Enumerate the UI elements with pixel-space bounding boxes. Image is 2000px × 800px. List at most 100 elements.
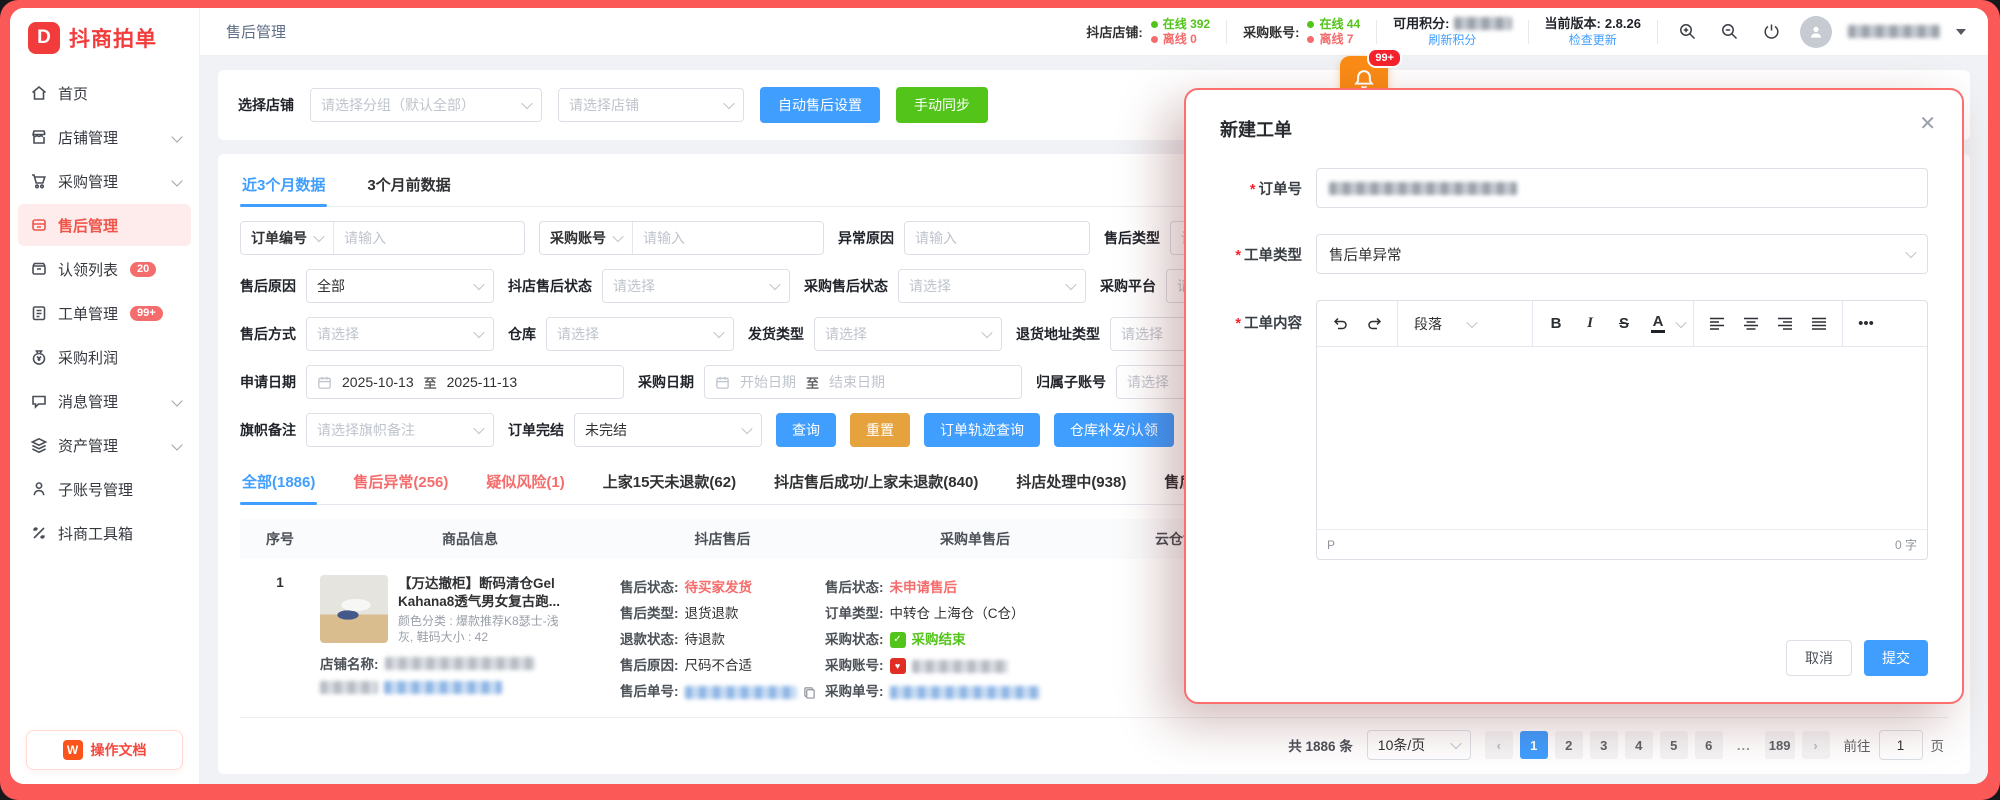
shop-select[interactable]: 请选择店铺 xyxy=(558,88,744,122)
submit-button[interactable]: 提交 xyxy=(1864,640,1928,676)
reset-button[interactable]: 重置 xyxy=(850,413,910,447)
app-window: D 抖商拍单 首页 店铺管理 采购管理 售后管理 xyxy=(10,8,1988,784)
cart-icon xyxy=(30,172,48,190)
sidebar-item-subaccount-mgmt[interactable]: 子账号管理 xyxy=(18,468,191,510)
paragraph-style-select[interactable]: 段落 xyxy=(1406,314,1524,334)
align-center-button[interactable] xyxy=(1736,309,1766,339)
warehouse-claim-button[interactable]: 仓库补发/认领 xyxy=(1054,413,1174,447)
page-ellipsis[interactable]: ... xyxy=(1730,731,1758,759)
status-tab-all[interactable]: 全部(1886) xyxy=(240,463,317,504)
avatar[interactable] xyxy=(1800,16,1832,48)
sidebar-item-shop-mgmt[interactable]: 店铺管理 xyxy=(18,116,191,158)
cancel-button[interactable]: 取消 xyxy=(1786,640,1852,676)
purchase-date-range[interactable]: 开始日期 至 结束日期 xyxy=(704,365,1022,399)
apply-date-range[interactable]: 2025-10-13 至 2025-11-13 xyxy=(306,365,624,399)
redo-icon xyxy=(1366,315,1383,332)
copy-icon[interactable] xyxy=(803,686,816,699)
check-update-link[interactable]: 检查更新 xyxy=(1569,32,1617,49)
sidebar-item-claim-list[interactable]: 认领列表 20 xyxy=(18,248,191,290)
ticket-type-select[interactable]: 售后单异常 xyxy=(1316,234,1928,274)
page-button-4[interactable]: 4 xyxy=(1625,731,1653,759)
align-right-button[interactable] xyxy=(1770,309,1800,339)
flag-note-select[interactable]: 请选择旗帜备注 xyxy=(306,413,494,447)
sidebar-item-aftersale-mgmt[interactable]: 售后管理 xyxy=(18,204,191,246)
page-size-select[interactable]: 10条/页 xyxy=(1367,730,1471,760)
more-tools-button[interactable]: ••• xyxy=(1851,309,1881,339)
next-page-button[interactable]: › xyxy=(1802,731,1830,759)
chevron-down-icon xyxy=(171,395,182,406)
font-color-button[interactable]: A xyxy=(1643,309,1673,339)
pagination: 共 1886 条 10条/页 ‹ 1 2 3 4 5 6 ... 189 › 前… xyxy=(240,717,1948,774)
logout-button[interactable] xyxy=(1758,19,1784,45)
status-tab-no-refund-15d[interactable]: 上家15天未退款(62) xyxy=(601,463,738,504)
zoom-in-button[interactable] xyxy=(1674,19,1700,45)
page-button-1[interactable]: 1 xyxy=(1520,731,1548,759)
close-icon[interactable]: ✕ xyxy=(1919,114,1936,134)
sidebar-item-purchase-mgmt[interactable]: 采购管理 xyxy=(18,160,191,202)
group-select[interactable]: 请选择分组（默认全部） xyxy=(310,88,542,122)
offline-dot xyxy=(1307,36,1314,43)
order-complete-select[interactable]: 未完结 xyxy=(574,413,762,447)
purchase-account-input[interactable]: 请输入 xyxy=(633,222,823,254)
goto-page-input[interactable] xyxy=(1879,730,1923,760)
user-menu-caret-icon[interactable] xyxy=(1956,29,1966,35)
aftersale-reason-select[interactable]: 全部 xyxy=(306,269,494,303)
refresh-points-link[interactable]: 刷新积分 xyxy=(1428,32,1476,49)
bold-button[interactable]: B xyxy=(1541,309,1571,339)
editor-content-area[interactable] xyxy=(1317,347,1927,529)
aftersale-icon xyxy=(30,216,48,234)
status-tab-success-no-refund[interactable]: 抖店售后成功/上家未退款(840) xyxy=(772,463,980,504)
purchase-account-type-select[interactable]: 采购账号 xyxy=(540,222,633,254)
calendar-icon xyxy=(715,375,730,390)
prev-page-button[interactable]: ‹ xyxy=(1485,731,1513,759)
italic-button[interactable]: I xyxy=(1575,309,1605,339)
dy-aftersale-cell: 售后状态:待买家发货 售后类型:退货退款 退款状态:待退款 售后原因:尺码不合适… xyxy=(620,575,825,711)
chevron-down-icon[interactable] xyxy=(1675,316,1686,327)
page-button-3[interactable]: 3 xyxy=(1590,731,1618,759)
order-track-button[interactable]: 订单轨迹查询 xyxy=(924,413,1040,447)
shop-offline-count: 离线 0 xyxy=(1151,32,1210,47)
tab-recent-3-months[interactable]: 近3个月数据 xyxy=(240,160,327,206)
search-button[interactable]: 查询 xyxy=(776,413,836,447)
status-tab-processing[interactable]: 抖店处理中(938) xyxy=(1014,463,1128,504)
page-button-2[interactable]: 2 xyxy=(1555,731,1583,759)
auto-aftersale-settings-button[interactable]: 自动售后设置 xyxy=(760,87,880,123)
sidebar-item-ticket-mgmt[interactable]: 工单管理 99+ xyxy=(18,292,191,334)
manual-sync-button[interactable]: 手动同步 xyxy=(896,87,988,123)
align-left-button[interactable] xyxy=(1702,309,1732,339)
undo-button[interactable] xyxy=(1325,309,1355,339)
logo: D 抖商拍单 xyxy=(10,8,199,64)
zoom-out-button[interactable] xyxy=(1716,19,1742,45)
tab-older-3-months[interactable]: 3个月前数据 xyxy=(365,160,452,206)
sidebar-item-message-mgmt[interactable]: 消息管理 xyxy=(18,380,191,422)
purchase-aftersale-status-select[interactable]: 请选择 xyxy=(898,269,1086,303)
warehouse-select[interactable]: 请选择 xyxy=(546,317,734,351)
page-button-6[interactable]: 6 xyxy=(1695,731,1723,759)
page-button-5[interactable]: 5 xyxy=(1660,731,1688,759)
align-justify-button[interactable] xyxy=(1804,309,1834,339)
product-image xyxy=(320,575,388,643)
strikethrough-button[interactable]: S xyxy=(1609,309,1639,339)
sidebar-item-purchase-profit[interactable]: 采购利润 xyxy=(18,336,191,378)
abnormal-reason-input[interactable]: 请输入 xyxy=(904,221,1090,255)
aftersale-method-select[interactable]: 请选择 xyxy=(306,317,494,351)
warehouse-filter: 仓库 请选择 xyxy=(508,317,734,351)
divider xyxy=(1657,20,1658,44)
delivery-type-select[interactable]: 请选择 xyxy=(814,317,1002,351)
chevron-down-icon xyxy=(171,439,182,450)
redo-button[interactable] xyxy=(1359,309,1389,339)
align-center-icon xyxy=(1743,317,1759,331)
order-no-input[interactable]: 请输入 xyxy=(334,222,524,254)
docs-link[interactable]: W 操作文档 xyxy=(26,730,183,770)
sidebar-item-home[interactable]: 首页 xyxy=(18,72,191,114)
sidebar-item-asset-mgmt[interactable]: 资产管理 xyxy=(18,424,191,466)
status-tab-risk[interactable]: 疑似风险(1) xyxy=(484,463,566,504)
platform-icon: ♥ xyxy=(890,658,906,674)
sidebar-item-toolbox[interactable]: 抖商工具箱 xyxy=(18,512,191,554)
page-button-last[interactable]: 189 xyxy=(1765,731,1795,759)
align-justify-icon xyxy=(1811,317,1827,331)
status-tab-abnormal[interactable]: 售后异常(256) xyxy=(351,463,450,504)
modal-order-no-input[interactable] xyxy=(1316,168,1928,208)
order-no-type-select[interactable]: 订单编号 xyxy=(241,222,334,254)
dy-aftersale-status-select[interactable]: 请选择 xyxy=(602,269,790,303)
